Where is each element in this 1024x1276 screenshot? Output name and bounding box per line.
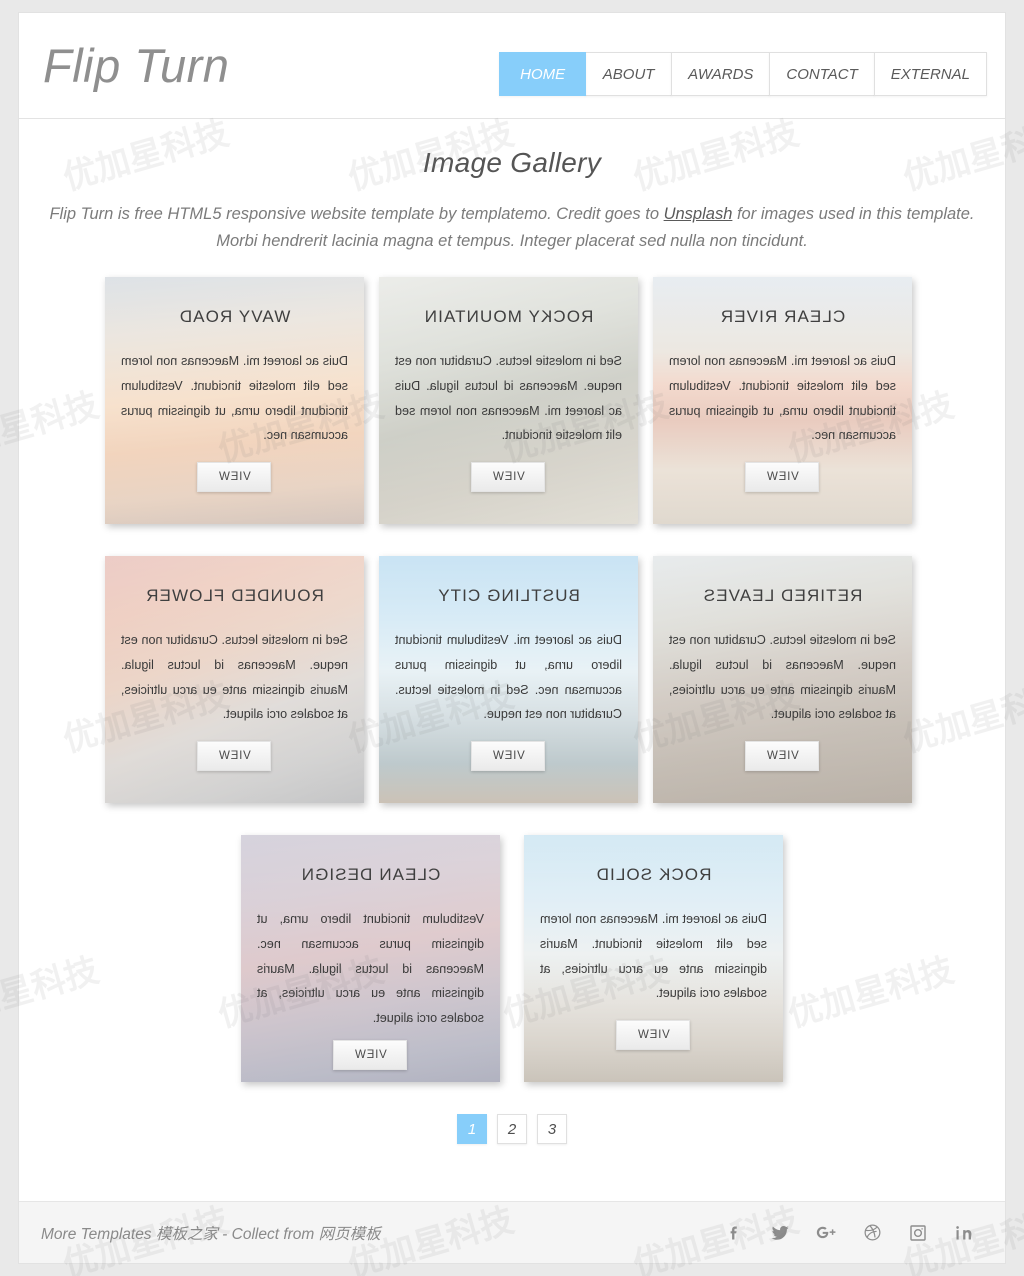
site-header: Flip Turn HOME ABOUT AWARDS CONTACT EXTE… [19,13,1005,119]
card-view-button[interactable]: VIEW [616,1020,691,1051]
pagination-page-2[interactable]: 2 [497,1114,527,1145]
page-root: Flip Turn HOME ABOUT AWARDS CONTACT EXTE… [0,0,1024,1276]
card-description: Sed in molestie lectus. Curabitur non es… [121,633,348,722]
gallery-row-1: WAVY ROAD Duis ac laoreet mi. Maecenas n… [105,277,919,525]
card-description: Duis ac laoreet mi. Vestibulum tincidunt… [395,633,622,722]
card-title: RETIRED LEAVES [702,586,863,606]
intro-section: Image Gallery Flip Turn is free HTML5 re… [19,119,1005,255]
social-links [723,1222,983,1244]
gallery-card-clean-design[interactable]: CLEAN DESIGN Vestibulum tincidunt libero… [241,835,500,1083]
card-description: Duis ac laoreet mi. Maecenas non lorem s… [669,354,896,443]
card-description: Vestibulum tincidunt libero urna, ut dig… [257,912,484,1025]
google-plus-icon[interactable] [815,1222,837,1244]
gallery-card-retired-leaves[interactable]: RETIRED LEAVES Sed in molestie lectus. C… [653,556,912,804]
card-title: ROCKY MOUNTAIN [423,307,594,327]
gallery-card-rocky-mountain[interactable]: ROCKY MOUNTAIN Sed in molestie lectus. C… [379,277,638,525]
image-gallery: WAVY ROAD Duis ac laoreet mi. Maecenas n… [19,277,1005,1083]
linkedin-icon[interactable] [953,1222,975,1244]
card-title: CLEAN DESIGN [300,865,441,885]
site-footer: More Templates 模板之家 - Collect from 网页模板 [19,1201,1005,1263]
gallery-card-wavy-road[interactable]: WAVY ROAD Duis ac laoreet mi. Maecenas n… [105,277,364,525]
pagination-page-3[interactable]: 3 [537,1114,567,1145]
site-container: Flip Turn HOME ABOUT AWARDS CONTACT EXTE… [18,12,1006,1264]
card-view-button[interactable]: VIEW [745,741,820,772]
card-view-button[interactable]: VIEW [745,462,820,493]
gallery-card-rounded-flower[interactable]: ROUNDED FLOWER Sed in molestie lectus. C… [105,556,364,804]
site-logo[interactable]: Flip Turn [43,38,229,93]
card-description: Duis ac laoreet mi. Maecenas non lorem s… [540,912,767,1001]
nav-item-home[interactable]: HOME [499,52,587,96]
card-view-button[interactable]: VIEW [197,741,272,772]
card-title: CLEAR RIVER [719,307,846,327]
nav-item-awards[interactable]: AWARDS [671,52,771,96]
card-description: Sed in molestie lectus. Curabitur non es… [395,354,622,443]
card-content: ROCKY MOUNTAIN Sed in molestie lectus. C… [379,277,638,524]
facebook-icon[interactable] [723,1222,745,1244]
card-content: RETIRED LEAVES Sed in molestie lectus. C… [653,556,912,803]
footer-credit-text: More Templates 模板之家 - Collect from 网页模板 [41,1225,381,1243]
card-title: BUSTLING CITY [437,586,580,606]
card-content: CLEAN DESIGN Vestibulum tincidunt libero… [241,835,500,1082]
dribbble-icon[interactable] [861,1222,883,1244]
card-view-button[interactable]: VIEW [471,462,546,493]
twitter-icon[interactable] [769,1222,791,1244]
card-description: Sed in molestie lectus. Curabitur non es… [669,633,896,722]
card-content: WAVY ROAD Duis ac laoreet mi. Maecenas n… [105,277,364,524]
card-description: Duis ac laoreet mi. Maecenas non lorem s… [121,354,348,443]
card-title: ROUNDED FLOWER [145,586,324,606]
page-title: Image Gallery [422,147,602,178]
card-content: ROCK SOLID Duis ac laoreet mi. Maecenas … [524,835,783,1082]
card-view-button[interactable]: VIEW [197,462,272,493]
card-title: WAVY ROAD [178,307,291,327]
gallery-card-clear-river[interactable]: CLEAR RIVER Duis ac laoreet mi. Maecenas… [653,277,912,525]
gallery-row-3: CLEAN DESIGN Vestibulum tincidunt libero… [105,835,919,1083]
nav-item-external[interactable]: EXTERNAL [873,52,987,96]
card-content: CLEAR RIVER Duis ac laoreet mi. Maecenas… [653,277,912,524]
gallery-card-bustling-city[interactable]: BUSTLING CITY Duis ac laoreet mi. Vestib… [379,556,638,804]
main-navigation: HOME ABOUT AWARDS CONTACT EXTERNAL [499,52,987,96]
gallery-card-rock-solid[interactable]: ROCK SOLID Duis ac laoreet mi. Maecenas … [524,835,783,1083]
nav-item-contact[interactable]: CONTACT [769,52,875,96]
card-view-button[interactable]: VIEW [471,741,546,772]
card-content: ROUNDED FLOWER Sed in molestie lectus. C… [105,556,364,803]
nav-item-about[interactable]: ABOUT [585,52,673,96]
pagination: 1 2 3 [19,1114,1005,1174]
card-title: ROCK SOLID [595,865,712,885]
instagram-icon[interactable] [907,1222,929,1244]
unsplash-link[interactable]: Unsplash [664,205,733,223]
description-text-before: Flip Turn is free HTML5 responsive websi… [49,205,664,223]
card-view-button[interactable]: VIEW [333,1040,408,1071]
page-description: Flip Turn is free HTML5 responsive websi… [32,201,992,255]
pagination-page-1[interactable]: 1 [457,1114,487,1145]
gallery-row-2: ROUNDED FLOWER Sed in molestie lectus. C… [105,556,919,804]
card-content: BUSTLING CITY Duis ac laoreet mi. Vestib… [379,556,638,803]
